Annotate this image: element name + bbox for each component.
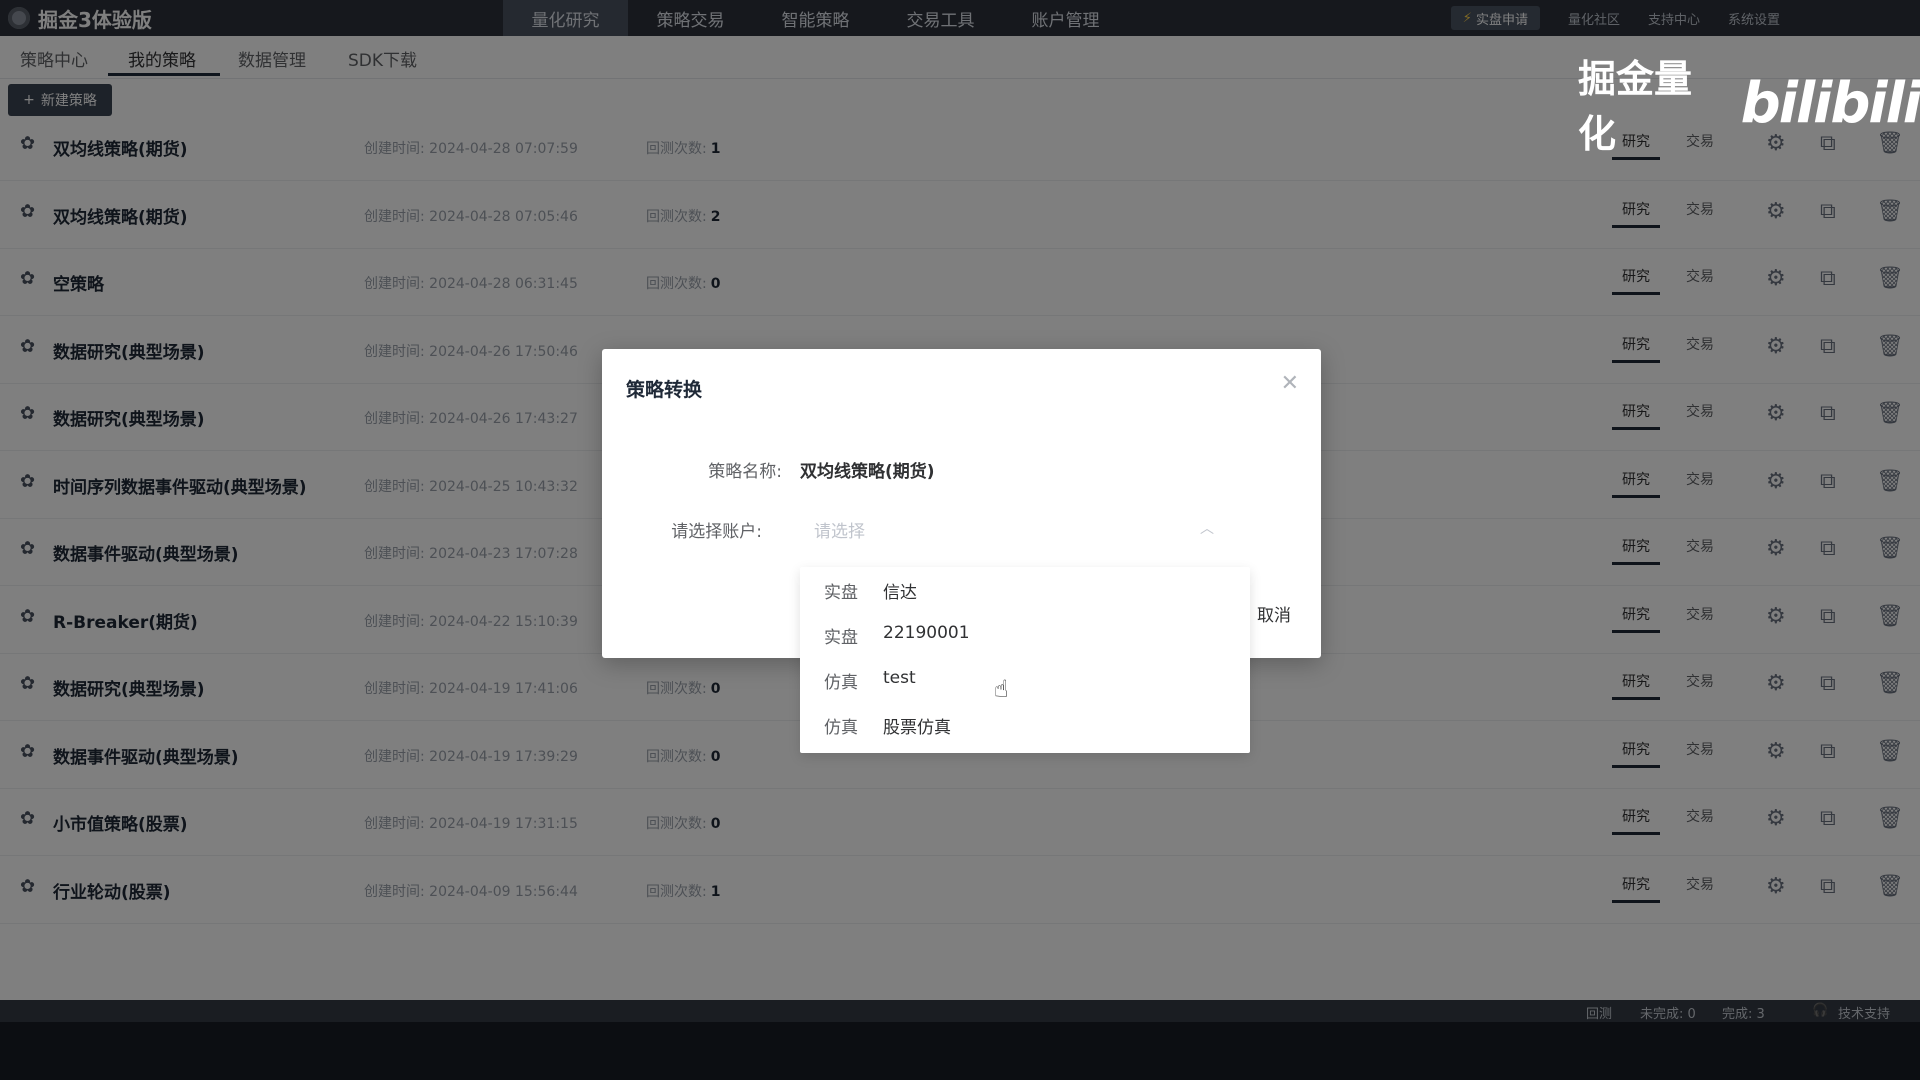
dropdown-option[interactable]: 仿真 股票仿真 bbox=[800, 702, 1250, 746]
dialog-title: 策略转换 bbox=[626, 379, 703, 401]
account-select-placeholder: 请选择 bbox=[814, 522, 865, 542]
account-select[interactable]: 请选择 ︿ bbox=[800, 509, 1228, 549]
dropdown-option[interactable]: 仿真 test bbox=[800, 657, 1250, 701]
account-name: 22190001 bbox=[883, 623, 970, 643]
account-type: 实盘 bbox=[824, 628, 858, 648]
strategy-name-value: 双均线策略(期货) bbox=[800, 462, 935, 482]
account-label: 请选择账户: bbox=[671, 522, 762, 542]
bilibili-logo: bilibili bbox=[1740, 70, 1920, 136]
chevron-up-icon: ︿ bbox=[1200, 521, 1214, 537]
watermark-text: 掘金量化 bbox=[1578, 57, 1693, 156]
account-name: 股票仿真 bbox=[883, 718, 951, 738]
app-window: 掘金3体验版 量化研究 策略交易 智能策略 交易工具 账户管理 ⚡ 实盘申请 量… bbox=[0, 0, 1920, 1022]
dropdown-option[interactable]: 实盘 22190001 bbox=[800, 612, 1250, 656]
close-icon[interactable]: ✕ bbox=[1281, 371, 1299, 396]
account-name: test bbox=[883, 668, 916, 688]
account-dropdown: 实盘 信达 实盘 22190001 仿真 test 仿真 股票仿真 bbox=[800, 567, 1250, 753]
strategy-name-label: 策略名称: bbox=[708, 462, 782, 482]
dropdown-option[interactable]: 实盘 信达 bbox=[800, 567, 1250, 611]
account-type: 实盘 bbox=[824, 583, 858, 603]
account-type: 仿真 bbox=[824, 718, 858, 738]
account-name: 信达 bbox=[883, 583, 917, 603]
cancel-button[interactable]: 取消 bbox=[1257, 601, 1291, 626]
account-type: 仿真 bbox=[824, 673, 858, 693]
hand-cursor-icon: ☝ bbox=[994, 675, 1009, 703]
watermark: 掘金量化 bilibili bbox=[1578, 48, 1920, 158]
